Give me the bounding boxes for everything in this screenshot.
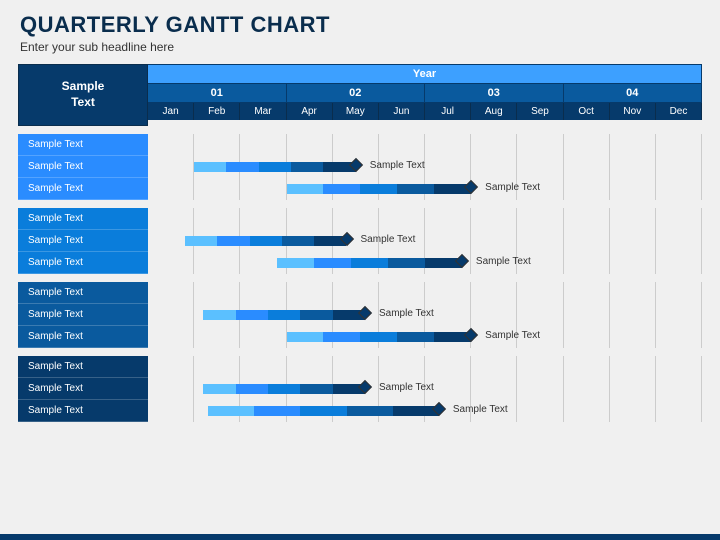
corner-label: Sample Text xyxy=(18,64,148,126)
bar-label: Sample Text xyxy=(379,308,434,319)
quarter-cell: 04 xyxy=(564,84,703,103)
group-labels: Sample TextSample TextSample Text xyxy=(18,356,148,422)
row-label: Sample Text xyxy=(18,230,148,252)
bar-row xyxy=(148,356,702,378)
group-bars: Sample Text Sample Text xyxy=(148,134,702,200)
row-label: Sample Text xyxy=(18,208,148,230)
bar-row: Sample Text xyxy=(148,156,702,178)
month-cell: Oct xyxy=(564,103,610,120)
header-quarters: 01 02 03 04 xyxy=(148,84,702,103)
bar-row: Sample Text xyxy=(148,378,702,400)
task-group: Sample TextSample TextSample TextSample … xyxy=(18,134,702,200)
row-label: Sample Text xyxy=(18,156,148,178)
bar-row xyxy=(148,208,702,230)
group-bars: Sample Text Sample Text xyxy=(148,208,702,274)
group-labels: Sample TextSample TextSample Text xyxy=(18,134,148,200)
month-cell: Feb xyxy=(194,103,240,120)
row-label: Sample Text xyxy=(18,252,148,274)
groups-container: Sample TextSample TextSample TextSample … xyxy=(0,134,720,422)
month-cell: Apr xyxy=(287,103,333,120)
bar-label: Sample Text xyxy=(361,234,416,245)
month-cell: Nov xyxy=(610,103,656,120)
bar-label: Sample Text xyxy=(485,330,540,341)
quarter-cell: 03 xyxy=(425,84,564,103)
month-cell: Jun xyxy=(379,103,425,120)
page-subtitle: Enter your sub headline here xyxy=(0,40,720,64)
left-column: Sample Text xyxy=(18,64,148,126)
group-labels: Sample TextSample TextSample Text xyxy=(18,282,148,348)
bar-row xyxy=(148,282,702,304)
bar-label: Sample Text xyxy=(453,404,508,415)
month-cell: May xyxy=(333,103,379,120)
bar-row: Sample Text xyxy=(148,326,702,348)
bar-row: Sample Text xyxy=(148,304,702,326)
gantt-bar xyxy=(287,184,472,194)
gantt-bar xyxy=(194,162,356,172)
month-cell: Sep xyxy=(517,103,563,120)
task-group: Sample TextSample TextSample TextSample … xyxy=(18,208,702,274)
gantt-bar xyxy=(277,258,462,268)
row-label: Sample Text xyxy=(18,178,148,200)
row-label: Sample Text xyxy=(18,134,148,156)
row-label: Sample Text xyxy=(18,326,148,348)
bar-label: Sample Text xyxy=(379,382,434,393)
header-year: Year xyxy=(148,64,702,84)
footer-bar xyxy=(0,534,720,540)
row-label: Sample Text xyxy=(18,400,148,422)
bar-label: Sample Text xyxy=(370,160,425,171)
group-labels: Sample TextSample TextSample Text xyxy=(18,208,148,274)
month-cell: Jan xyxy=(148,103,194,120)
quarter-cell: 01 xyxy=(148,84,287,103)
group-bars: Sample Text Sample Text xyxy=(148,356,702,422)
month-cell: Dec xyxy=(656,103,702,120)
gantt-bar xyxy=(287,332,472,342)
bar-label: Sample Text xyxy=(485,182,540,193)
task-group: Sample TextSample TextSample TextSample … xyxy=(18,356,702,422)
row-label: Sample Text xyxy=(18,356,148,378)
bar-row: Sample Text xyxy=(148,230,702,252)
bar-row: Sample Text xyxy=(148,178,702,200)
quarter-cell: 02 xyxy=(287,84,426,103)
row-label: Sample Text xyxy=(18,304,148,326)
bar-row xyxy=(148,134,702,156)
gantt-bar xyxy=(203,384,365,394)
row-label: Sample Text xyxy=(18,378,148,400)
header-months: Jan Feb Mar Apr May Jun Jul Aug Sep Oct … xyxy=(148,103,702,120)
page: QUARTERLY GANTT CHART Enter your sub hea… xyxy=(0,0,720,540)
chart-area: Sample Text Year 01 02 03 04 Jan Feb Mar… xyxy=(0,64,720,126)
month-cell: Mar xyxy=(240,103,286,120)
row-label: Sample Text xyxy=(18,282,148,304)
page-title: QUARTERLY GANTT CHART xyxy=(0,0,720,40)
gantt-bar xyxy=(208,406,439,416)
group-bars: Sample Text Sample Text xyxy=(148,282,702,348)
month-cell: Jul xyxy=(425,103,471,120)
right-column: Year 01 02 03 04 Jan Feb Mar Apr May Jun… xyxy=(148,64,702,126)
bar-row: Sample Text xyxy=(148,252,702,274)
bar-label: Sample Text xyxy=(476,256,531,267)
bar-row: Sample Text xyxy=(148,400,702,422)
gantt-bar xyxy=(203,310,365,320)
gantt-bar xyxy=(185,236,347,246)
task-group: Sample TextSample TextSample TextSample … xyxy=(18,282,702,348)
month-cell: Aug xyxy=(471,103,517,120)
